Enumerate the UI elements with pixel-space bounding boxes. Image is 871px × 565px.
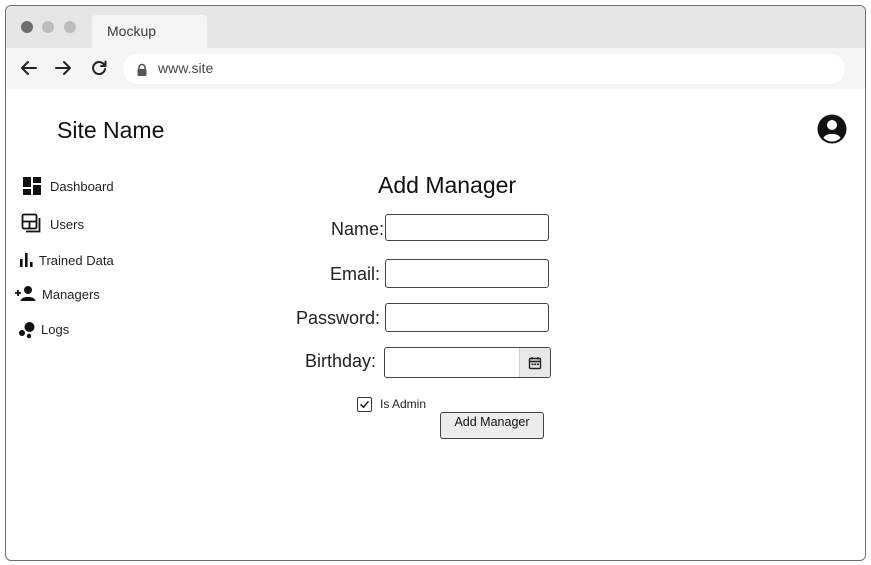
dashboard-icon bbox=[23, 177, 41, 195]
form-title: Add Manager bbox=[378, 172, 517, 198]
maximize-window-dot[interactable] bbox=[64, 21, 76, 33]
sidebar-item-dashboard[interactable]: Dashboard bbox=[22, 175, 114, 197]
users-icon bbox=[21, 213, 41, 233]
name-field[interactable] bbox=[385, 214, 549, 241]
password-field[interactable] bbox=[385, 303, 549, 332]
title-bar: Mockup bbox=[6, 6, 865, 48]
email-label: Email: bbox=[329, 264, 380, 284]
sidebar-item-label: Users bbox=[50, 216, 84, 232]
is-admin-label: Is Admin bbox=[380, 397, 427, 411]
sidebar-item-label: Logs bbox=[41, 321, 70, 337]
minimize-window-dot[interactable] bbox=[42, 21, 54, 33]
calendar-button[interactable] bbox=[519, 348, 550, 377]
sidebar-item-trained-data[interactable]: Trained Data bbox=[18, 249, 114, 271]
sidebar-item-managers[interactable]: Managers bbox=[14, 283, 100, 305]
bar-chart-icon bbox=[20, 253, 33, 267]
add-person-icon bbox=[15, 286, 36, 301]
birthday-date-field[interactable] bbox=[384, 347, 551, 378]
sidebar-item-label: Dashboard bbox=[50, 178, 114, 194]
reload-icon[interactable] bbox=[89, 58, 109, 78]
sidebar-item-label: Managers bbox=[42, 286, 100, 302]
browser-tab[interactable]: Mockup bbox=[92, 15, 207, 48]
tab-title: Mockup bbox=[107, 23, 157, 39]
site-name: Site Name bbox=[57, 117, 165, 143]
lock-icon bbox=[137, 63, 147, 76]
back-arrow-icon[interactable] bbox=[19, 58, 39, 78]
sidebar-item-label: Trained Data bbox=[39, 252, 114, 268]
password-label: Password: bbox=[295, 308, 380, 328]
name-label: Name: bbox=[330, 219, 384, 239]
address-bar[interactable]: www.site bbox=[123, 54, 845, 84]
forward-arrow-icon[interactable] bbox=[53, 58, 73, 78]
is-admin-checkbox[interactable] bbox=[357, 397, 372, 412]
calendar-icon bbox=[528, 356, 542, 369]
email-field[interactable] bbox=[385, 259, 549, 288]
navigation-bar: www.site bbox=[6, 48, 865, 89]
account-circle-icon[interactable] bbox=[816, 113, 848, 145]
url-text: www.site bbox=[158, 60, 214, 76]
close-window-dot[interactable] bbox=[21, 21, 33, 33]
checkmark-icon bbox=[360, 401, 369, 408]
sidebar-item-logs[interactable]: Logs bbox=[18, 318, 69, 340]
bubbles-icon bbox=[19, 322, 35, 339]
sidebar-item-users[interactable]: Users bbox=[21, 213, 84, 235]
birthday-label: Birthday: bbox=[304, 351, 376, 371]
add-manager-button[interactable]: Add Manager bbox=[440, 412, 544, 439]
